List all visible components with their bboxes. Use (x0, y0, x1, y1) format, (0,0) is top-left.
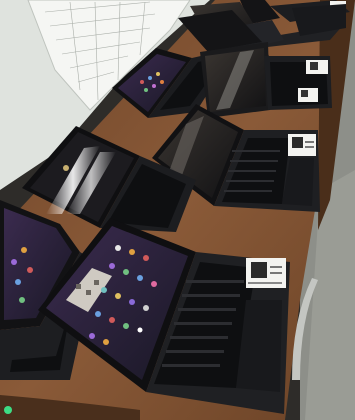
photo-illustration (0, 0, 355, 420)
photo-scene (0, 0, 355, 420)
corner-marker (4, 406, 12, 414)
logo-icon (137, 327, 143, 333)
